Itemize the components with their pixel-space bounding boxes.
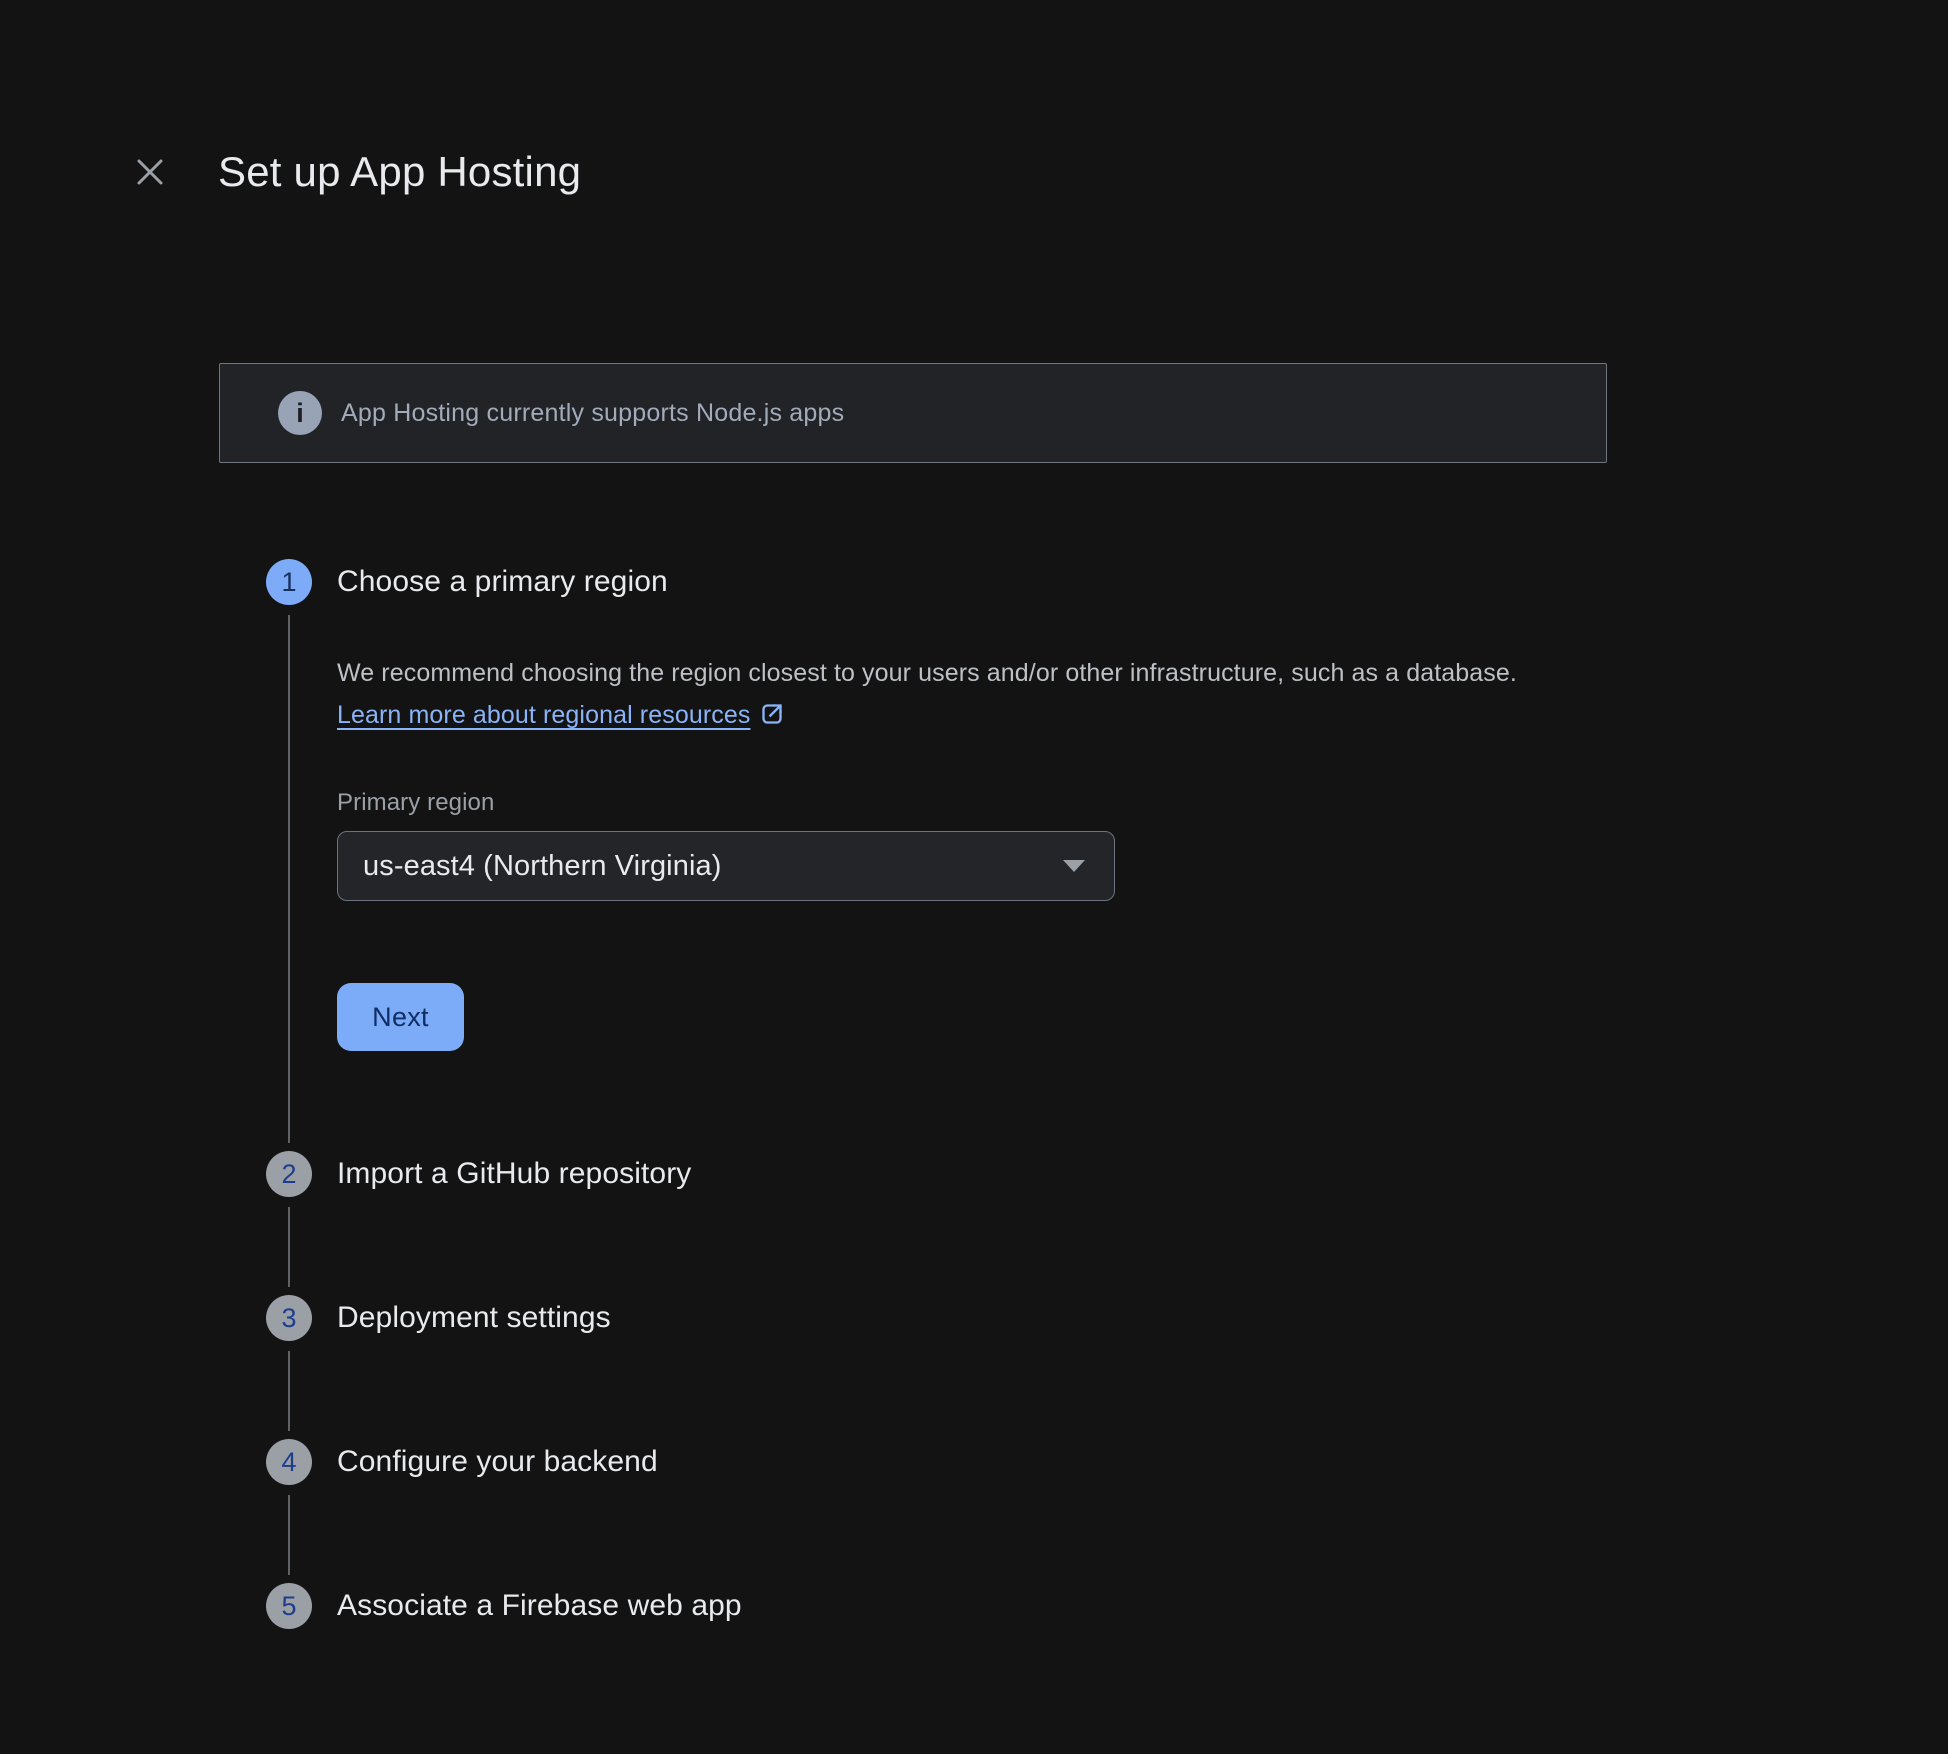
step-rail: 2 (266, 1151, 312, 1295)
step-deployment-settings: 3 Deployment settings (266, 1295, 1948, 1439)
info-banner: i App Hosting currently supports Node.js… (219, 363, 1607, 463)
step-configure-backend: 4 Configure your backend (266, 1439, 1948, 1583)
learn-more-link[interactable]: Learn more about regional resources (337, 701, 750, 729)
page-title: Set up App Hosting (218, 146, 581, 198)
step-import-github-repository: 2 Import a GitHub repository (266, 1151, 1948, 1295)
primary-region-value: us-east4 (Northern Virginia) (363, 850, 1063, 883)
region-description: We recommend choosing the region closest… (337, 652, 1552, 741)
step-connector (288, 615, 290, 1143)
step-2-title: Import a GitHub repository (337, 1151, 1948, 1197)
dialog-header: Set up App Hosting (0, 0, 1948, 198)
next-button[interactable]: Next (337, 983, 464, 1051)
step-associate-firebase-web-app: 5 Associate a Firebase web app (266, 1583, 1948, 1629)
step-rail: 4 (266, 1439, 312, 1583)
primary-region-select[interactable]: us-east4 (Northern Virginia) (337, 831, 1115, 901)
step-connector (288, 1495, 290, 1575)
step-1-body: We recommend choosing the region closest… (337, 652, 1948, 1151)
step-choose-primary-region: 1 Choose a primary region We recommend c… (266, 559, 1948, 1151)
region-description-text: We recommend choosing the region closest… (337, 659, 1517, 687)
step-5-indicator: 5 (266, 1583, 312, 1629)
step-2-indicator: 2 (266, 1151, 312, 1197)
step-rail: 3 (266, 1295, 312, 1439)
close-icon[interactable] (128, 150, 172, 194)
step-3-indicator: 3 (266, 1295, 312, 1341)
primary-region-label: Primary region (337, 789, 1948, 817)
step-1-indicator: 1 (266, 559, 312, 605)
chevron-down-icon (1063, 860, 1085, 872)
step-3-title: Deployment settings (337, 1295, 1948, 1341)
step-rail: 5 (266, 1583, 312, 1629)
step-1-title: Choose a primary region (337, 559, 1948, 605)
step-rail: 1 (266, 559, 312, 1151)
step-4-title: Configure your backend (337, 1439, 1948, 1485)
open-in-new-icon (758, 706, 786, 734)
step-4-indicator: 4 (266, 1439, 312, 1485)
banner-text: App Hosting currently supports Node.js a… (341, 399, 844, 428)
step-connector (288, 1351, 290, 1431)
step-5-title: Associate a Firebase web app (337, 1583, 1948, 1629)
info-icon: i (278, 391, 322, 435)
setup-stepper: 1 Choose a primary region We recommend c… (266, 559, 1948, 1629)
step-connector (288, 1207, 290, 1287)
